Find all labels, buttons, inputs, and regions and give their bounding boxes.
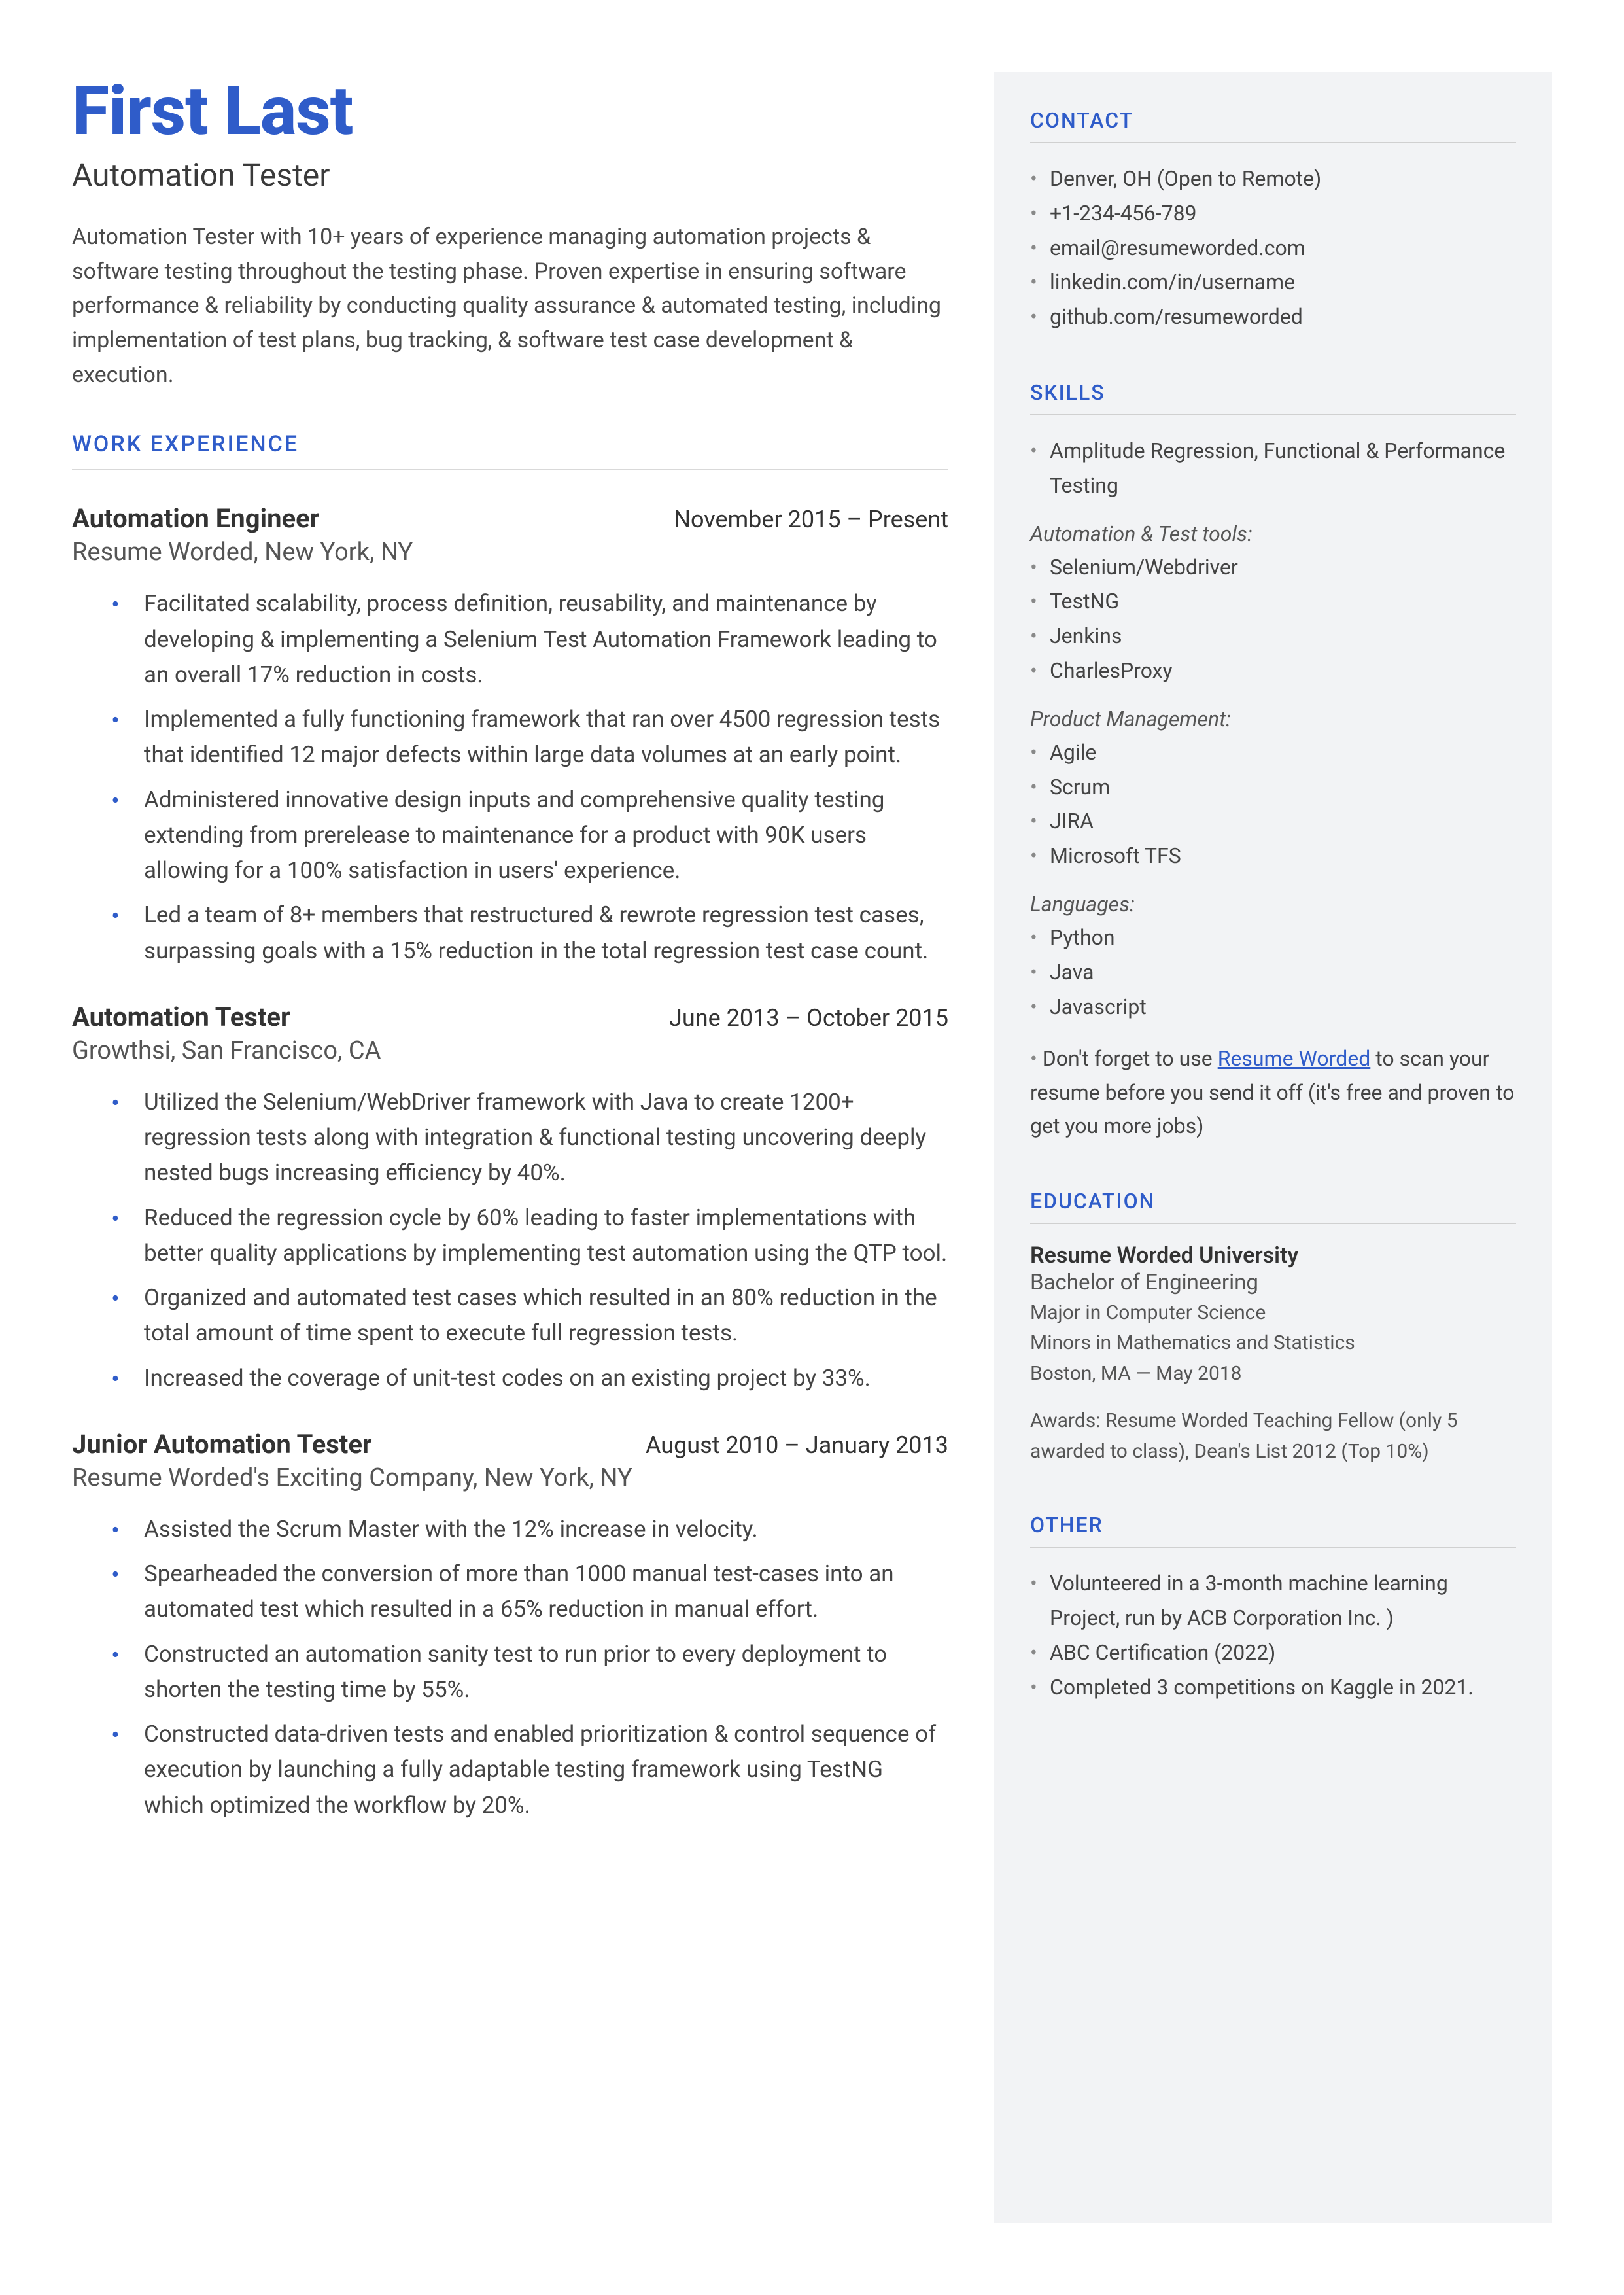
skill-item: JIRA [1030, 804, 1516, 839]
skill-item: Microsoft TFS [1030, 839, 1516, 873]
other-heading: OTHER [1030, 1513, 1516, 1537]
skill-item: Jenkins [1030, 619, 1516, 654]
contact-list: Denver, OH (Open to Remote)+1-234-456-78… [1030, 162, 1516, 334]
job-company: Resume Worded's Exciting Company, New Yo… [72, 1463, 948, 1492]
skill-item: CharlesProxy [1030, 654, 1516, 688]
sidebar: CONTACT Denver, OH (Open to Remote)+1-23… [994, 72, 1552, 2223]
contact-item: +1-234-456-789 [1030, 196, 1516, 231]
skill-item: Selenium/Webdriver [1030, 550, 1516, 585]
job-bullets: Assisted the Scrum Master with the 12% i… [72, 1512, 948, 1823]
job-entry: Automation Engineer November 2015 – Pres… [72, 503, 948, 969]
job-bullets: Utilized the Selenium/WebDriver framewor… [72, 1085, 948, 1396]
divider [1030, 414, 1516, 415]
other-item: Volunteered in a 3-month machine learnin… [1030, 1566, 1516, 1636]
education-block: EDUCATION Resume Worded University Bache… [1030, 1189, 1516, 1467]
contact-block: CONTACT Denver, OH (Open to Remote)+1-23… [1030, 108, 1516, 334]
skill-group-heading: Product Management: [1030, 707, 1516, 731]
contact-item: github.com/resumeworded [1030, 300, 1516, 334]
education-minors: Minors in Mathematics and Statistics [1030, 1328, 1516, 1359]
skills-block: SKILLS Amplitude Regression, Functional … [1030, 380, 1516, 1143]
job-date: August 2010 – January 2013 [646, 1431, 948, 1459]
contact-item: Denver, OH (Open to Remote) [1030, 162, 1516, 196]
job-bullet: Utilized the Selenium/WebDriver framewor… [144, 1085, 948, 1191]
skill-item: Amplitude Regression, Functional & Perfo… [1030, 434, 1516, 503]
job-entry: Automation Tester June 2013 – October 20… [72, 1002, 948, 1396]
skill-group-list: AgileScrumJIRAMicrosoft TFS [1030, 735, 1516, 873]
contact-heading: CONTACT [1030, 108, 1516, 133]
job-date: June 2013 – October 2015 [669, 1004, 948, 1032]
resume-worded-link[interactable]: Resume Worded [1218, 1046, 1371, 1071]
skill-group-list: Selenium/WebdriverTestNGJenkinsCharlesPr… [1030, 550, 1516, 688]
job-company: Resume Worded, New York, NY [72, 538, 948, 567]
skill-item: Scrum [1030, 770, 1516, 805]
job-bullet: Reduced the regression cycle by 60% lead… [144, 1200, 948, 1272]
job-title: Automation Tester [72, 1002, 290, 1032]
other-item: Completed 3 competitions on Kaggle in 20… [1030, 1670, 1516, 1705]
job-bullet: Spearheaded the conversion of more than … [144, 1556, 948, 1628]
note-pre: Don't forget to use [1030, 1046, 1218, 1071]
job-bullet: Constructed an automation sanity test to… [144, 1637, 948, 1708]
divider [1030, 142, 1516, 143]
job-bullet: Increased the coverage of unit-test code… [144, 1361, 948, 1396]
skill-item: Java [1030, 955, 1516, 990]
skill-group-list: PythonJavaJavascript [1030, 920, 1516, 1024]
other-list: Volunteered in a 3-month machine learnin… [1030, 1566, 1516, 1704]
contact-item: email@resumeworded.com [1030, 231, 1516, 266]
other-block: OTHER Volunteered in a 3-month machine l… [1030, 1513, 1516, 1704]
skill-group-heading: Automation & Test tools: [1030, 521, 1516, 546]
summary-text: Automation Tester with 10+ years of expe… [72, 220, 948, 392]
skill-group-heading: Languages: [1030, 892, 1516, 917]
skills-main: Amplitude Regression, Functional & Perfo… [1030, 434, 1516, 503]
job-bullet: Implemented a fully functioning framewor… [144, 702, 948, 773]
skills-note: Don't forget to use Resume Worded to sca… [1030, 1042, 1516, 1143]
education-university: Resume Worded University [1030, 1242, 1516, 1269]
job-bullet: Led a team of 8+ members that restructur… [144, 898, 948, 969]
divider [72, 469, 948, 470]
education-heading: EDUCATION [1030, 1189, 1516, 1214]
job-entry: Junior Automation Tester August 2010 – J… [72, 1429, 948, 1823]
main-column: First Last Automation Tester Automation … [72, 72, 994, 2223]
education-major: Major in Computer Science [1030, 1298, 1516, 1329]
job-bullet: Assisted the Scrum Master with the 12% i… [144, 1512, 948, 1547]
job-company: Growthsi, San Francisco, CA [72, 1036, 948, 1065]
skill-item: Python [1030, 920, 1516, 955]
skills-heading: SKILLS [1030, 380, 1516, 405]
education-awards: Awards: Resume Worded Teaching Fellow (o… [1030, 1406, 1516, 1467]
job-bullet: Administered innovative design inputs an… [144, 782, 948, 889]
job-bullet: Facilitated scalability, process definit… [144, 586, 948, 693]
divider [1030, 1223, 1516, 1224]
job-date: November 2015 – Present [674, 506, 948, 533]
person-title: Automation Tester [72, 156, 948, 194]
contact-item: linkedin.com/in/username [1030, 265, 1516, 300]
job-title: Junior Automation Tester [72, 1429, 372, 1460]
skill-item: Javascript [1030, 990, 1516, 1025]
person-name: First Last [72, 72, 948, 151]
education-location: Boston, MA — May 2018 [1030, 1359, 1516, 1390]
skill-item: TestNG [1030, 584, 1516, 619]
job-title: Automation Engineer [72, 503, 319, 534]
other-item: ABC Certification (2022) [1030, 1636, 1516, 1670]
job-bullet: Constructed data-driven tests and enable… [144, 1717, 948, 1823]
education-degree: Bachelor of Engineering [1030, 1270, 1516, 1295]
divider [1030, 1547, 1516, 1548]
work-experience-heading: WORK EXPERIENCE [72, 431, 948, 457]
skill-item: Agile [1030, 735, 1516, 770]
job-bullets: Facilitated scalability, process definit… [72, 586, 948, 969]
job-bullet: Organized and automated test cases which… [144, 1280, 948, 1352]
